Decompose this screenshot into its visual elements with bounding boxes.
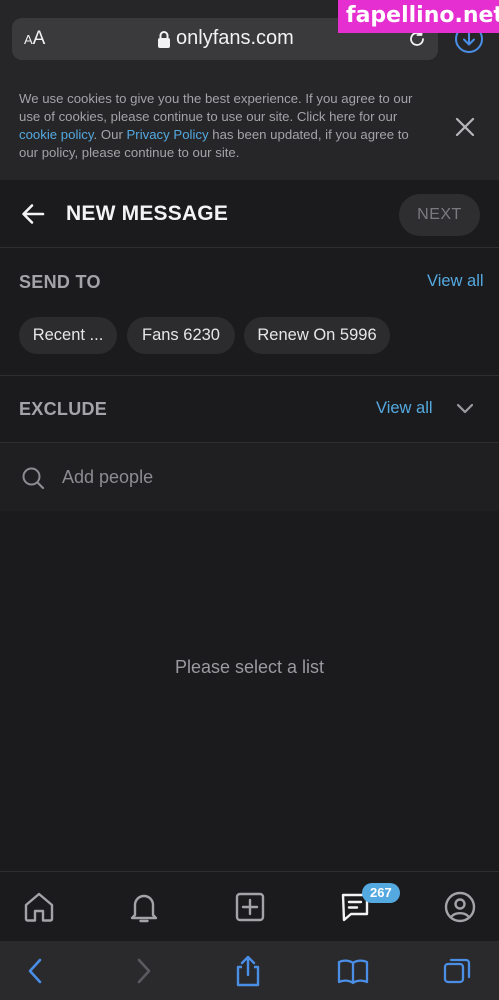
bookmarks-icon[interactable] bbox=[337, 957, 369, 985]
send-to-label: SEND TO bbox=[19, 272, 101, 292]
send-to-section: SEND TO View all Recent ... Fans 6230 Re… bbox=[0, 248, 499, 376]
message-header: NEW MESSAGE NEXT bbox=[0, 180, 499, 248]
text-size-button[interactable]: AA bbox=[24, 28, 45, 50]
exclude-view-all-link[interactable]: View all bbox=[376, 399, 433, 418]
cookie-policy-link[interactable]: cookie policy bbox=[19, 127, 94, 142]
empty-state-text: Please select a list bbox=[174, 657, 325, 677]
watermark: fapellino.net bbox=[338, 0, 499, 33]
bottom-navigation: 267 bbox=[0, 871, 499, 941]
bell-icon[interactable] bbox=[127, 890, 161, 924]
privacy-policy-link[interactable]: Privacy Policy bbox=[127, 127, 209, 142]
browser-forward-icon[interactable] bbox=[129, 957, 157, 985]
add-people-input[interactable] bbox=[62, 465, 462, 489]
browser-toolbar bbox=[0, 941, 499, 1000]
next-button[interactable]: NEXT bbox=[399, 194, 480, 236]
chip-renew-on[interactable]: Renew On 5996 bbox=[244, 317, 390, 354]
add-post-icon[interactable] bbox=[233, 890, 267, 924]
cookie-banner-text: We use cookies to give you the best expe… bbox=[19, 91, 413, 160]
url-text[interactable]: onlyfans.com bbox=[176, 27, 294, 50]
share-icon[interactable] bbox=[233, 955, 263, 987]
chevron-down-icon[interactable] bbox=[456, 403, 474, 415]
lock-icon bbox=[158, 31, 170, 48]
send-to-view-all-link[interactable]: View all bbox=[427, 272, 484, 291]
exclude-label: EXCLUDE bbox=[19, 399, 108, 419]
browser-top-area: AA onlyfans.com fapellino.net We use coo… bbox=[0, 0, 499, 180]
chip-fans[interactable]: Fans 6230 bbox=[127, 317, 235, 354]
search-icon bbox=[22, 467, 45, 490]
chip-recent[interactable]: Recent ... bbox=[19, 317, 117, 354]
exclude-section[interactable]: EXCLUDE View all bbox=[0, 376, 499, 443]
recipient-list-area: Please select a list bbox=[0, 511, 499, 871]
page-title: NEW MESSAGE bbox=[66, 202, 229, 225]
home-icon[interactable] bbox=[22, 890, 56, 924]
messages-count-badge: 267 bbox=[362, 883, 400, 903]
back-arrow-icon[interactable] bbox=[20, 201, 46, 227]
tabs-icon[interactable] bbox=[443, 957, 471, 985]
add-people-search bbox=[0, 443, 499, 511]
browser-back-icon[interactable] bbox=[22, 957, 50, 985]
close-icon[interactable] bbox=[452, 114, 478, 140]
profile-icon[interactable] bbox=[443, 890, 477, 924]
